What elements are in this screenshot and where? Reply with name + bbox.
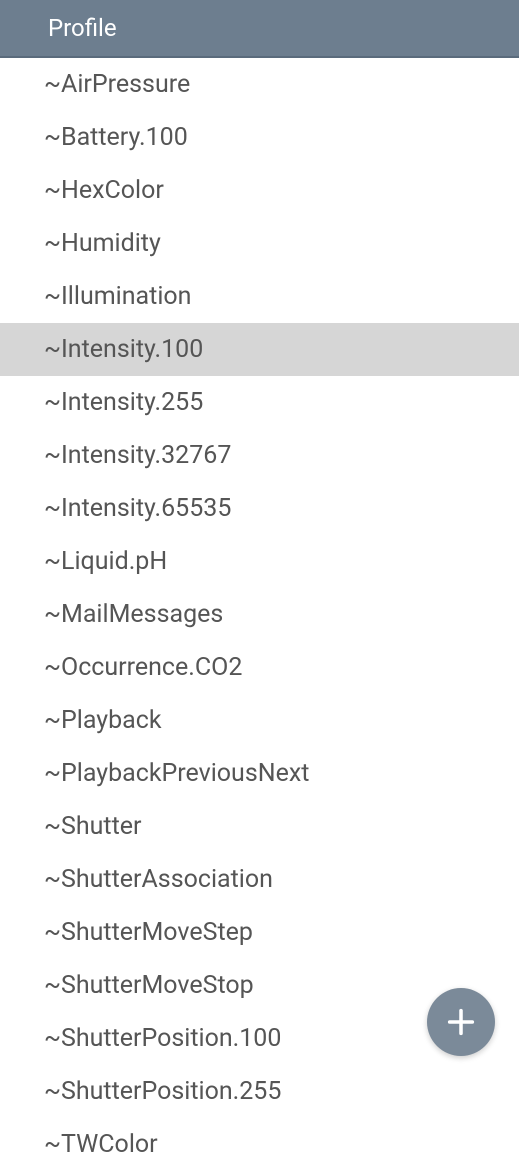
list-item-label: ~ShutterMoveStop <box>44 971 254 1000</box>
list-item[interactable]: ~TWColor <box>0 1118 519 1171</box>
list-item-label: ~ShutterAssociation <box>44 865 273 894</box>
list-item[interactable]: ~ShutterPosition.255 <box>0 1065 519 1118</box>
plus-icon <box>444 1005 478 1039</box>
list-item-label: ~Intensity.255 <box>44 388 203 417</box>
list-item[interactable]: ~Shutter <box>0 800 519 853</box>
list-item-label: ~Shutter <box>44 812 142 841</box>
list-item-label: ~MailMessages <box>44 600 223 629</box>
list-item-label: ~ShutterMoveStep <box>44 918 253 947</box>
list-item[interactable]: ~Battery.100 <box>0 111 519 164</box>
list-item[interactable]: ~ShutterMoveStep <box>0 906 519 959</box>
list-item[interactable]: ~Playback <box>0 694 519 747</box>
list-item[interactable]: ~Liquid.pH <box>0 535 519 588</box>
list-item[interactable]: ~Occurrence.CO2 <box>0 641 519 694</box>
list-item-label: ~Occurrence.CO2 <box>44 653 242 682</box>
list-item[interactable]: ~Intensity.100 <box>0 323 519 376</box>
list-item-label: ~TWColor <box>44 1130 158 1159</box>
list-item-label: ~HexColor <box>44 176 164 205</box>
header: Profile <box>0 0 519 58</box>
list-item[interactable]: ~AirPressure <box>0 58 519 111</box>
list-item-label: ~Liquid.pH <box>44 547 167 576</box>
list-item-label: ~PlaybackPreviousNext <box>44 759 309 788</box>
list-item-label: ~Intensity.65535 <box>44 494 231 523</box>
list-item-label: ~AirPressure <box>44 70 190 99</box>
list-item-label: ~ShutterPosition.100 <box>44 1024 281 1053</box>
list-item[interactable]: ~Intensity.65535 <box>0 482 519 535</box>
list-item[interactable]: ~ShutterAssociation <box>0 853 519 906</box>
list-item-label: ~Illumination <box>44 282 191 311</box>
list-item-label: ~Intensity.32767 <box>44 441 231 470</box>
add-button[interactable] <box>427 988 495 1056</box>
list-item-label: ~ShutterPosition.255 <box>44 1077 281 1106</box>
list-item-label: ~Humidity <box>44 229 161 258</box>
list-item[interactable]: ~Humidity <box>0 217 519 270</box>
list-item[interactable]: ~Illumination <box>0 270 519 323</box>
list-item-label: ~Playback <box>44 706 162 735</box>
list-item-label: ~Intensity.100 <box>44 335 203 364</box>
header-title: Profile <box>48 14 117 42</box>
list-item-label: ~Battery.100 <box>44 123 188 152</box>
list-item[interactable]: ~Intensity.255 <box>0 376 519 429</box>
list-item[interactable]: ~PlaybackPreviousNext <box>0 747 519 800</box>
list-item[interactable]: ~Intensity.32767 <box>0 429 519 482</box>
list-item[interactable]: ~HexColor <box>0 164 519 217</box>
list-item[interactable]: ~MailMessages <box>0 588 519 641</box>
